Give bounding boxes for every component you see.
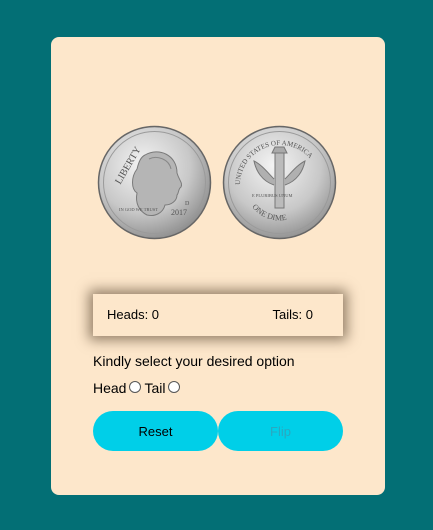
- flip-button[interactable]: Flip: [218, 411, 343, 451]
- head-radio[interactable]: [129, 381, 142, 393]
- option-group: Head Tail: [93, 380, 183, 396]
- head-option-label: Head: [93, 380, 127, 396]
- tail-option-label: Tail: [144, 380, 166, 396]
- year-text: 2017: [171, 208, 187, 217]
- option-prompt: Kindly select your desired option: [93, 353, 295, 369]
- coin-images: LIBERTY IN GOD WE TRUST 2017 D UNITED ST…: [97, 125, 341, 240]
- coin-flip-card: LIBERTY IN GOD WE TRUST 2017 D UNITED ST…: [51, 37, 385, 495]
- e-pluribus-text: E PLURIBUS UNUM: [252, 193, 293, 198]
- heads-count: Heads: 0: [107, 307, 160, 322]
- dime-tails-icon: UNITED STATES OF AMERICA E PLURIBUS UNUM…: [222, 125, 337, 240]
- mint-mark-text: D: [185, 201, 190, 207]
- score-board: Heads: 0 Tails: 0: [93, 294, 343, 336]
- motto-text: IN GOD WE TRUST: [119, 207, 158, 212]
- dime-heads-icon: LIBERTY IN GOD WE TRUST 2017 D: [97, 125, 212, 240]
- tail-radio[interactable]: [168, 381, 181, 393]
- tails-count: Tails: 0: [272, 307, 313, 322]
- reset-button[interactable]: Reset: [93, 411, 218, 451]
